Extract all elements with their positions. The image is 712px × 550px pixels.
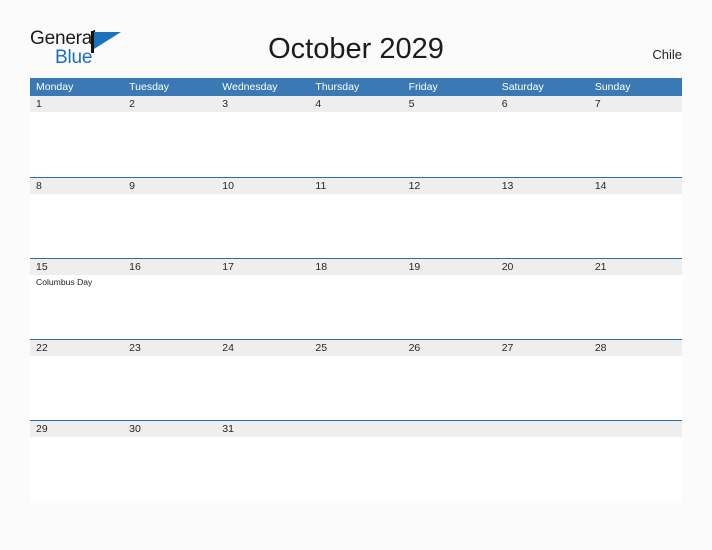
- day-header-wednesday: Wednesday: [222, 81, 278, 93]
- date-number[interactable]: 18: [309, 259, 402, 275]
- week-date-number-band: 8 9 10 11 12 13 14: [30, 178, 682, 194]
- date-number[interactable]: 8: [30, 178, 123, 194]
- day-cell[interactable]: [496, 437, 589, 500]
- country-label: Chile: [652, 47, 682, 62]
- date-number[interactable]: 9: [123, 178, 216, 194]
- date-number[interactable]: 24: [216, 340, 309, 356]
- calendar-page: General Blue October 2029 Chile Monday T…: [0, 0, 712, 550]
- week-date-number-band: 15 16 17 18 19 20 21: [30, 259, 682, 275]
- day-cell[interactable]: [403, 275, 496, 338]
- date-number[interactable]: 29: [30, 421, 123, 437]
- date-number[interactable]: 20: [496, 259, 589, 275]
- date-number[interactable]: 28: [589, 340, 682, 356]
- page-header: General Blue October 2029 Chile: [0, 0, 712, 76]
- day-header-saturday: Saturday: [501, 81, 544, 93]
- date-number[interactable]: 16: [123, 259, 216, 275]
- date-number[interactable]: 3: [216, 96, 309, 112]
- day-cell[interactable]: [589, 112, 682, 175]
- day-header-monday: Monday: [36, 81, 74, 93]
- day-header-tuesday: Tuesday: [129, 81, 170, 93]
- day-cell[interactable]: [309, 356, 402, 419]
- day-cell[interactable]: [589, 356, 682, 419]
- date-number[interactable]: 19: [403, 259, 496, 275]
- day-cell[interactable]: [216, 112, 309, 175]
- date-number[interactable]: 2: [123, 96, 216, 112]
- day-header-sunday: Sunday: [594, 81, 631, 93]
- date-number[interactable]: 22: [30, 340, 123, 356]
- day-cell[interactable]: [496, 356, 589, 419]
- calendar-week-row: 15 16 17 18 19 20 21 Columbus Day: [30, 258, 682, 339]
- day-cell[interactable]: [496, 275, 589, 338]
- calendar-week-row: 8 9 10 11 12 13 14: [30, 177, 682, 258]
- day-cell[interactable]: [123, 194, 216, 257]
- day-cell[interactable]: [496, 194, 589, 257]
- calendar-week-row: 29 30 31: [30, 420, 682, 501]
- date-number[interactable]: 23: [123, 340, 216, 356]
- day-cell[interactable]: [589, 437, 682, 500]
- date-number[interactable]: 12: [403, 178, 496, 194]
- date-number[interactable]: 10: [216, 178, 309, 194]
- date-number[interactable]: 6: [496, 96, 589, 112]
- week-cell-body-band: Columbus Day: [30, 275, 682, 338]
- day-cell[interactable]: [309, 437, 402, 500]
- date-number[interactable]: 21: [589, 259, 682, 275]
- page-title: October 2029: [268, 33, 444, 65]
- week-cell-body-band: [30, 194, 682, 257]
- date-number[interactable]: 31: [216, 421, 309, 437]
- day-cell[interactable]: [123, 275, 216, 338]
- day-cell[interactable]: [309, 275, 402, 338]
- day-cell[interactable]: [589, 194, 682, 257]
- date-number[interactable]: 4: [309, 96, 402, 112]
- date-number[interactable]: 26: [403, 340, 496, 356]
- day-cell[interactable]: [123, 112, 216, 175]
- day-cell[interactable]: [403, 112, 496, 175]
- date-number[interactable]: 13: [496, 178, 589, 194]
- day-header-friday: Friday: [408, 81, 438, 93]
- day-cell[interactable]: [403, 356, 496, 419]
- day-cell[interactable]: [496, 112, 589, 175]
- date-number[interactable]: 30: [123, 421, 216, 437]
- day-cell[interactable]: [309, 194, 402, 257]
- day-cell[interactable]: [30, 112, 123, 175]
- day-cell[interactable]: [216, 437, 309, 500]
- week-date-number-band: 1234567: [30, 96, 682, 112]
- calendar-weeks: 1 2 3 4 5 6 7 8 9 10 11 12 13 14 15 16 17 18 19 20 21 Columbu…: [30, 96, 682, 501]
- day-cell[interactable]: [30, 356, 123, 419]
- calendar-week-row: 1234567: [30, 96, 682, 177]
- day-cell[interactable]: [123, 437, 216, 500]
- day-cell[interactable]: [216, 275, 309, 338]
- date-number[interactable]: 27: [496, 340, 589, 356]
- date-number[interactable]: 25: [309, 340, 402, 356]
- week-cell-body-band: [30, 437, 682, 500]
- calendar-grid: Monday Tuesday Wednesday Thursday Friday…: [30, 78, 682, 501]
- week-cell-body-band: [30, 356, 682, 419]
- week-date-number-band: 29 30 31: [30, 421, 682, 437]
- day-header-thursday: Thursday: [315, 81, 360, 93]
- day-cell[interactable]: [123, 356, 216, 419]
- day-cell[interactable]: [30, 194, 123, 257]
- day-cell[interactable]: [309, 112, 402, 175]
- day-cell[interactable]: [589, 275, 682, 338]
- date-number[interactable]: 1: [30, 96, 123, 112]
- date-number[interactable]: 17: [216, 259, 309, 275]
- date-number[interactable]: 5: [403, 96, 496, 112]
- day-cell[interactable]: [30, 437, 123, 500]
- day-event-label: Columbus Day: [36, 277, 93, 287]
- date-number[interactable]: 15: [30, 259, 123, 275]
- week-date-number-band: 22 23 24 25 26 27 28: [30, 340, 682, 356]
- day-cell[interactable]: [216, 194, 309, 257]
- day-cell[interactable]: [216, 356, 309, 419]
- date-number[interactable]: 7: [589, 96, 682, 112]
- date-number[interactable]: 11: [309, 178, 402, 194]
- day-cell[interactable]: [403, 194, 496, 257]
- day-of-week-header-row: Monday Tuesday Wednesday Thursday Friday…: [30, 78, 682, 96]
- day-cell[interactable]: Columbus Day: [30, 275, 123, 338]
- day-cell[interactable]: [403, 437, 496, 500]
- calendar-week-row: 22 23 24 25 26 27 28: [30, 339, 682, 420]
- week-cell-body-band: [30, 112, 682, 175]
- date-number[interactable]: 14: [589, 178, 682, 194]
